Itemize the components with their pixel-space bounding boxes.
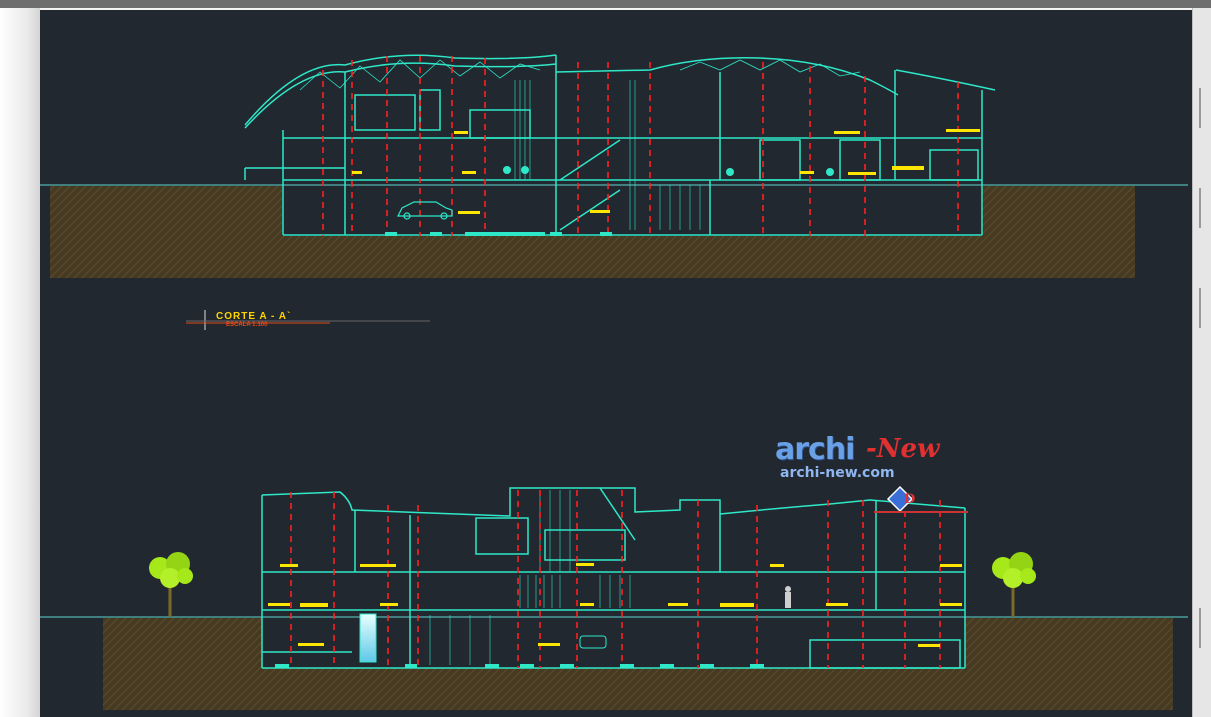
water-feature bbox=[359, 613, 377, 663]
plant-icons bbox=[503, 166, 834, 176]
watermark-brand-suffix: -New bbox=[866, 434, 940, 464]
section-drawing bbox=[40, 54, 1188, 710]
watermark-logo-text: D bbox=[904, 492, 916, 507]
section-scale: ESCALA 1:100 bbox=[226, 322, 268, 328]
watermark-brand: archi bbox=[775, 432, 855, 467]
lower-section bbox=[40, 487, 1188, 710]
tree-icon bbox=[149, 552, 193, 617]
section-title: CORTE A - A` bbox=[216, 311, 292, 322]
watermark-url: archi-new.com bbox=[780, 465, 895, 481]
upper-section bbox=[40, 54, 1188, 278]
person-icon bbox=[785, 586, 791, 608]
watermark-logo: D bbox=[874, 486, 970, 518]
tree-icon bbox=[992, 552, 1036, 617]
